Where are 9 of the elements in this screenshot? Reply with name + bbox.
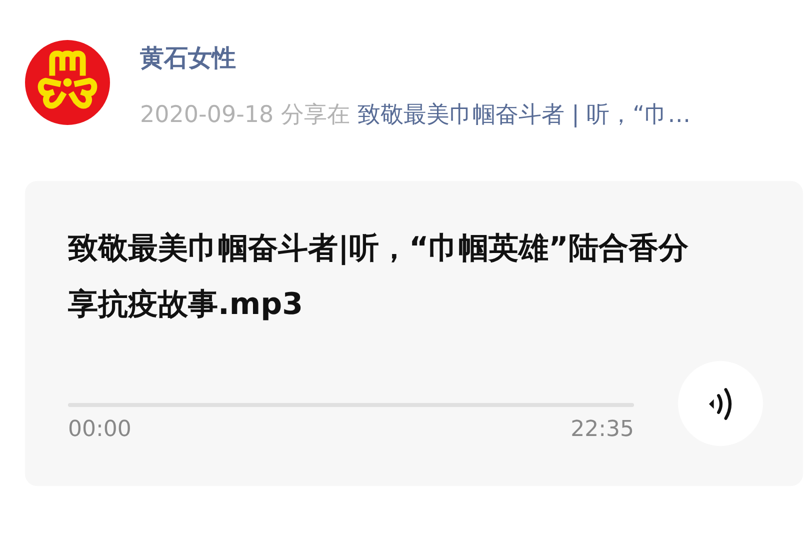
logo-icon [25,40,110,125]
audio-title: 致敬最美巾帼奋斗者|听，“巾帼英雄”陆合香分享抗疫故事.mp3 [68,230,690,324]
duration: 22:35 [570,417,634,442]
article-link[interactable]: 致敬最美巾帼奋斗者 | 听，“巾… [357,102,691,128]
account-name[interactable]: 黄石女性 [140,42,691,74]
elapsed-time: 00:00 [68,417,132,442]
audio-card[interactable]: 致敬最美巾帼奋斗者|听，“巾帼英雄”陆合香分享抗疫故事.mp3 00:00 22:35 [25,181,803,486]
share-label: 分享在 [280,102,350,128]
share-date: 2020-09-18 [140,102,274,128]
